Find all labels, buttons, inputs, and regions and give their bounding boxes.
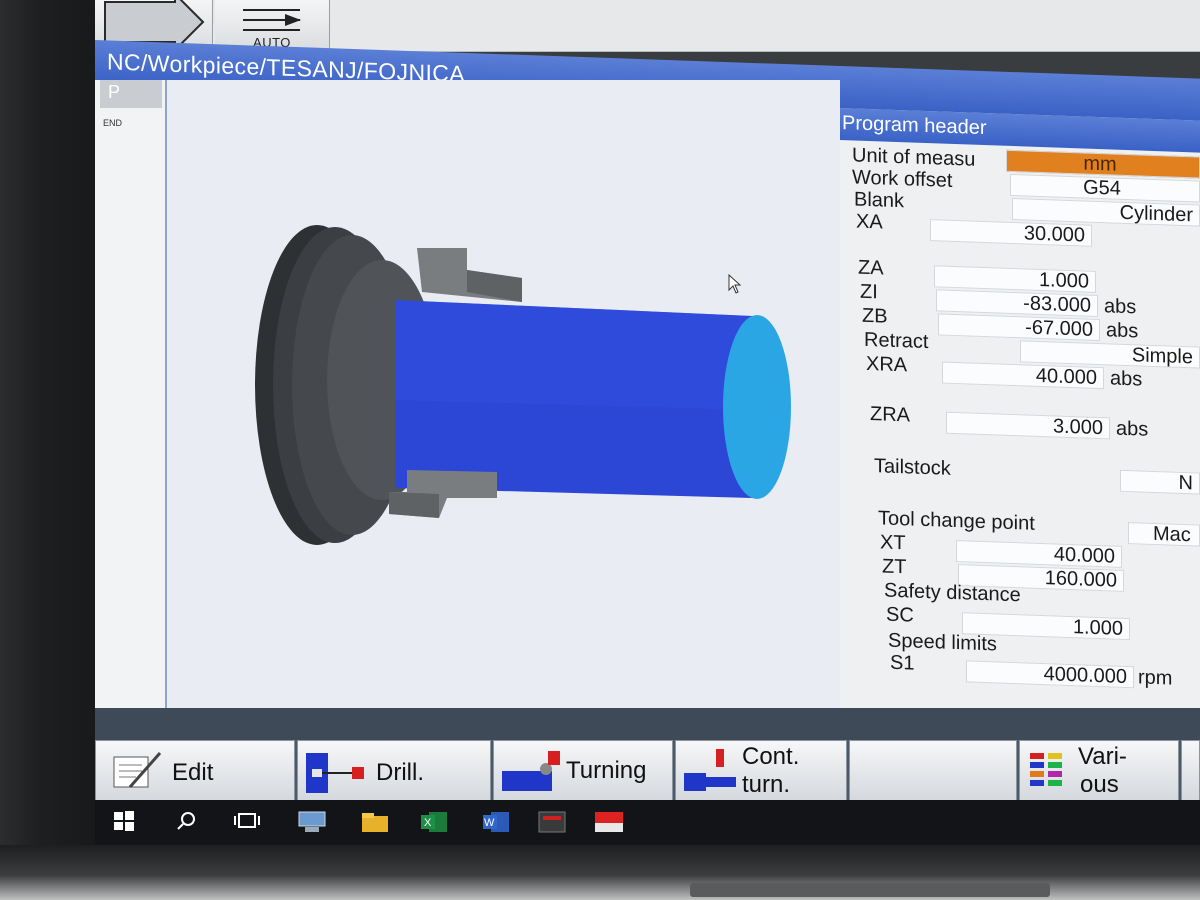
drill-label: Drill. bbox=[376, 759, 424, 786]
zb-unit: abs bbox=[1106, 319, 1139, 343]
label-zra: ZRA bbox=[870, 403, 910, 427]
tool-change-field[interactable]: Mac bbox=[1128, 522, 1200, 547]
workpiece-face bbox=[723, 315, 791, 499]
label-blank: Blank bbox=[854, 188, 905, 213]
windows-taskbar: X W bbox=[95, 800, 1200, 845]
xra-field[interactable]: 40.000 bbox=[942, 361, 1104, 390]
s1-field[interactable]: 4000.000 bbox=[966, 660, 1134, 689]
windows-icon[interactable] bbox=[113, 810, 135, 832]
label-za: ZA bbox=[858, 256, 884, 280]
drill-softkey[interactable]: Drill. bbox=[297, 740, 491, 804]
label-tailstock: Tailstock bbox=[874, 455, 951, 480]
svg-text:W: W bbox=[484, 817, 495, 829]
auto-mode-icon bbox=[243, 9, 301, 31]
zi-field[interactable]: -83.000 bbox=[936, 289, 1098, 318]
task-view-icon[interactable] bbox=[233, 810, 261, 832]
label-sc: SC bbox=[886, 603, 914, 627]
various-icon bbox=[1030, 753, 1062, 786]
monitor-bezel-bottom bbox=[0, 845, 1200, 900]
s1-unit: rpm bbox=[1138, 666, 1173, 690]
drill-icon bbox=[306, 753, 364, 793]
monitor-bezel-left bbox=[0, 0, 95, 900]
various-label-1: Vari- bbox=[1078, 743, 1127, 770]
label-retract: Retract bbox=[864, 328, 929, 354]
label-zi: ZI bbox=[860, 280, 878, 304]
zra-unit: abs bbox=[1116, 417, 1149, 441]
label-s1: S1 bbox=[890, 651, 915, 675]
label-xa: XA bbox=[856, 210, 883, 234]
network-icon[interactable] bbox=[297, 810, 327, 834]
edit-icon bbox=[113, 752, 162, 788]
next-softkey[interactable] bbox=[1181, 740, 1200, 804]
program-block-column[interactable]: P END bbox=[95, 80, 167, 708]
sinumerik-icon[interactable] bbox=[593, 810, 625, 834]
zb-field[interactable]: -67.000 bbox=[938, 313, 1100, 342]
label-safety-distance: Safety distance bbox=[884, 579, 1021, 607]
edit-softkey[interactable]: Edit bbox=[95, 740, 295, 804]
label-zb: ZB bbox=[862, 304, 888, 328]
contour-turning-label-2: turn. bbox=[742, 771, 791, 798]
program-tab[interactable]: P bbox=[100, 80, 162, 108]
panel-title: Program header bbox=[842, 112, 987, 140]
svg-text:X: X bbox=[424, 817, 432, 829]
excel-icon[interactable]: X bbox=[419, 810, 449, 834]
xa-field[interactable]: 30.000 bbox=[930, 219, 1092, 247]
search-icon[interactable] bbox=[175, 810, 197, 832]
tailstock-field[interactable]: N bbox=[1120, 469, 1200, 495]
xt-field[interactable]: 40.000 bbox=[956, 540, 1122, 568]
zra-field[interactable]: 3.000 bbox=[946, 411, 1110, 440]
app-icon[interactable] bbox=[537, 810, 567, 834]
edit-label: Edit bbox=[172, 759, 214, 786]
zi-unit: abs bbox=[1104, 295, 1137, 319]
file-explorer-icon[interactable] bbox=[360, 810, 390, 834]
label-zt: ZT bbox=[882, 555, 907, 579]
workpiece-3d-graphic bbox=[255, 225, 791, 545]
turning-icon bbox=[502, 751, 560, 791]
various-label-2: ous bbox=[1080, 771, 1119, 798]
empty-softkey[interactable] bbox=[849, 740, 1017, 804]
xra-unit: abs bbox=[1110, 367, 1143, 391]
word-icon[interactable]: W bbox=[481, 810, 511, 834]
contour-turning-softkey[interactable]: Cont. turn. bbox=[675, 740, 847, 804]
contour-turning-icon bbox=[684, 749, 736, 791]
top-toolbar: AUTO bbox=[95, 0, 1200, 53]
contour-turning-label-1: Cont. bbox=[742, 743, 800, 770]
various-softkey[interactable]: Vari- ous bbox=[1019, 740, 1179, 804]
softkey-bar: Edit Drill. Turning Cont. turn. Vari- ou… bbox=[95, 708, 1200, 804]
turning-softkey[interactable]: Turning bbox=[493, 740, 673, 804]
program-end-marker: END bbox=[103, 118, 123, 128]
mouse-cursor-icon bbox=[728, 273, 742, 294]
workpiece-graphic-view bbox=[167, 80, 840, 708]
za-field[interactable]: 1.000 bbox=[934, 265, 1096, 293]
program-header-panel: Program header Unit of measu mm Work off… bbox=[840, 108, 1200, 721]
turning-label: Turning bbox=[566, 757, 647, 784]
label-xra: XRA bbox=[866, 352, 908, 377]
label-xt: XT bbox=[880, 531, 906, 555]
